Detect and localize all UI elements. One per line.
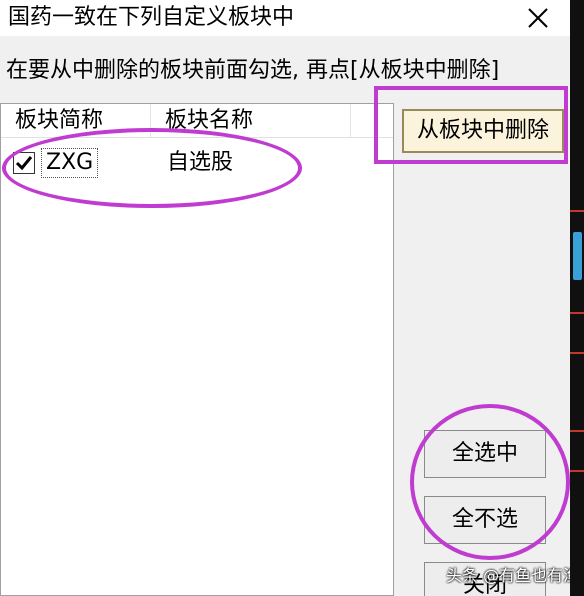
scrollbar-thumb[interactable] <box>573 232 582 280</box>
edge-mark <box>570 352 584 354</box>
close-icon <box>528 8 548 28</box>
edge-mark <box>570 210 584 212</box>
background-edge <box>570 0 584 596</box>
highlight-ellipse-buttons <box>410 404 570 560</box>
window-title: 国药一致在下列自定义板块中 <box>8 5 295 30</box>
dialog-window: 国药一致在下列自定义板块中 在要从中删除的板块前面勾选, 再点[从板块中删除] … <box>0 0 579 596</box>
watermark-text: 头条 @有鱼也有渔 <box>446 566 580 585</box>
close-window-button[interactable] <box>516 2 560 34</box>
instruction-text: 在要从中删除的板块前面勾选, 再点[从板块中删除] <box>6 58 500 83</box>
title-bar: 国药一致在下列自定义板块中 <box>0 0 570 36</box>
highlight-box <box>374 86 568 164</box>
edge-mark <box>570 470 584 472</box>
edge-mark <box>570 312 584 314</box>
edge-mark <box>570 430 584 432</box>
highlight-ellipse-row <box>2 128 302 208</box>
